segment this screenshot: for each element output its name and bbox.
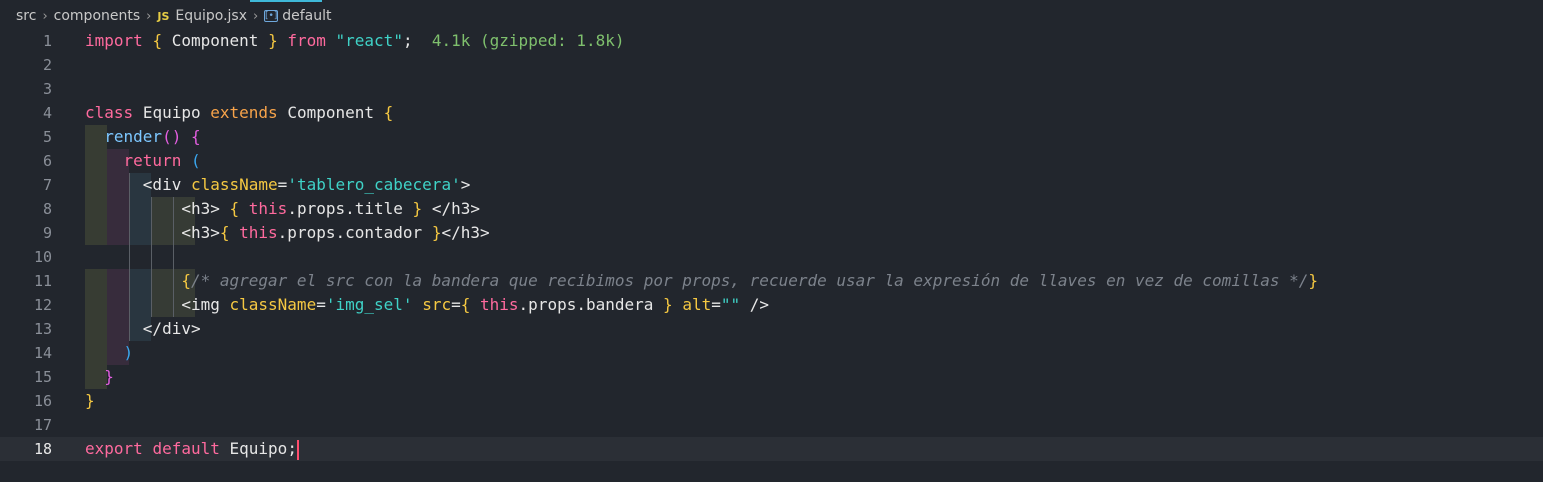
line-number: 6 bbox=[42, 152, 52, 170]
code-line[interactable]: 16 } bbox=[0, 389, 1543, 413]
code-text[interactable]: class Equipo extends Component { bbox=[85, 101, 393, 125]
code-line[interactable]: 6 return ( bbox=[0, 149, 1543, 173]
code-line[interactable]: 13 </div> bbox=[0, 317, 1543, 341]
line-number: 9 bbox=[42, 224, 52, 242]
code-text[interactable]: export default Equipo; bbox=[85, 437, 299, 461]
code-text[interactable]: <h3>{ this.props.contador }</h3> bbox=[85, 221, 489, 245]
code-editor[interactable]: 1 import { Component } from "react"; 4.1… bbox=[0, 29, 1543, 461]
code-text[interactable]: </div> bbox=[85, 317, 201, 341]
code-line[interactable]: 10 bbox=[0, 245, 1543, 269]
import-cost-hint: 4.1k (gzipped: 1.8k) bbox=[431, 31, 625, 50]
text-cursor bbox=[296, 439, 299, 460]
line-number: 8 bbox=[42, 200, 52, 218]
current-code-line[interactable]: 18 export default Equipo; bbox=[0, 437, 1543, 461]
code-text[interactable]: <div className='tablero_cabecera'> bbox=[85, 173, 471, 197]
code-text[interactable]: return ( bbox=[85, 149, 201, 173]
code-line[interactable]: 9 <h3>{ this.props.contador }</h3> bbox=[0, 221, 1543, 245]
line-number: 13 bbox=[33, 320, 52, 338]
code-line[interactable]: 8 <h3> { this.props.title } </h3> bbox=[0, 197, 1543, 221]
breadcrumb-symbol[interactable]: default bbox=[282, 8, 331, 24]
code-comment: /* agregar el src con la bandera que rec… bbox=[190, 271, 1309, 290]
code-text[interactable]: } bbox=[85, 365, 114, 389]
code-line[interactable]: 2 bbox=[0, 53, 1543, 77]
code-line[interactable]: 17 bbox=[0, 413, 1543, 437]
code-line[interactable]: 4 class Equipo extends Component { bbox=[0, 101, 1543, 125]
breadcrumb: src › components › JS Equipo.jsx › [•] d… bbox=[0, 0, 1543, 32]
line-number: 3 bbox=[42, 80, 52, 98]
breadcrumb-components[interactable]: components bbox=[54, 8, 141, 24]
breadcrumb-src[interactable]: src bbox=[16, 8, 36, 24]
code-line[interactable]: 5 render() { bbox=[0, 125, 1543, 149]
line-number: 2 bbox=[42, 56, 52, 74]
line-number: 14 bbox=[33, 344, 52, 362]
code-text[interactable]: ) bbox=[85, 341, 134, 365]
code-line[interactable]: 14 ) bbox=[0, 341, 1543, 365]
line-number: 11 bbox=[33, 272, 52, 290]
chevron-right-icon: › bbox=[146, 8, 152, 24]
line-number: 5 bbox=[42, 128, 52, 146]
line-number: 18 bbox=[33, 440, 52, 458]
indent-guide-line bbox=[129, 173, 130, 341]
javascript-file-icon: JS bbox=[157, 9, 170, 23]
indent-guide-line bbox=[151, 197, 152, 317]
line-number: 15 bbox=[33, 368, 52, 386]
line-number: 7 bbox=[42, 176, 52, 194]
code-line[interactable]: 12 <img className='img_sel' src={ this.p… bbox=[0, 293, 1543, 317]
code-text[interactable]: {/* agregar el src con la bandera que re… bbox=[85, 269, 1318, 293]
code-text[interactable]: <img className='img_sel' src={ this.prop… bbox=[85, 293, 769, 317]
code-line[interactable]: 11 {/* agregar el src con la bandera que… bbox=[0, 269, 1543, 293]
chevron-right-icon: › bbox=[253, 8, 259, 24]
code-text[interactable]: import { Component } from "react"; 4.1k … bbox=[85, 29, 625, 53]
indent-guide-line bbox=[173, 197, 174, 317]
code-line[interactable]: 7 <div className='tablero_cabecera'> bbox=[0, 173, 1543, 197]
line-number: 4 bbox=[42, 104, 52, 122]
line-number: 10 bbox=[33, 248, 52, 266]
code-line[interactable]: 3 bbox=[0, 77, 1543, 101]
code-text[interactable]: } bbox=[85, 389, 95, 413]
line-number: 17 bbox=[33, 416, 52, 434]
chevron-right-icon: › bbox=[42, 8, 48, 24]
code-text[interactable]: render() { bbox=[85, 125, 200, 149]
code-text[interactable]: <h3> { this.props.title } </h3> bbox=[85, 197, 480, 221]
code-line[interactable]: 1 import { Component } from "react"; 4.1… bbox=[0, 29, 1543, 53]
line-number: 12 bbox=[33, 296, 52, 314]
symbol-variable-icon: [•] bbox=[264, 10, 279, 22]
line-number: 1 bbox=[42, 32, 52, 50]
code-line[interactable]: 15 } bbox=[0, 365, 1543, 389]
breadcrumb-file[interactable]: Equipo.jsx bbox=[175, 8, 247, 24]
line-number: 16 bbox=[33, 392, 52, 410]
